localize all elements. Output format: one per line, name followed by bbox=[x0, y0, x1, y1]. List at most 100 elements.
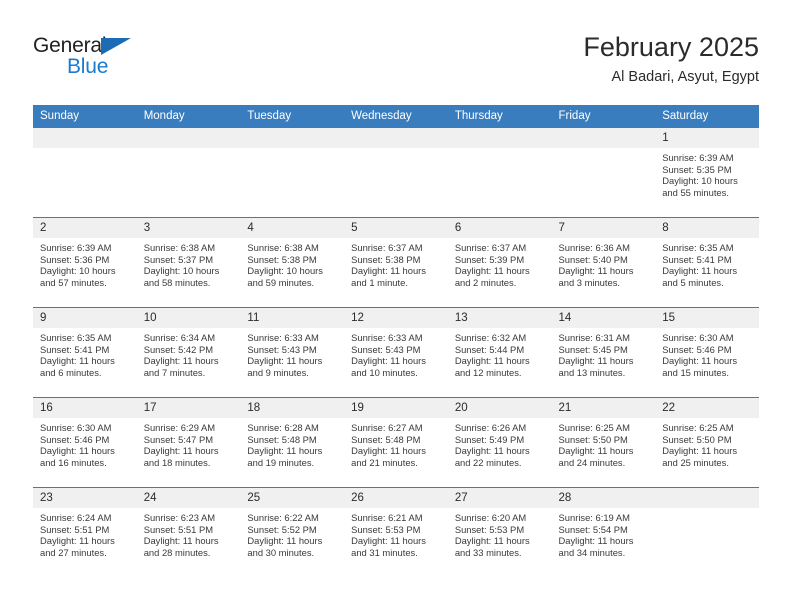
calendar-day-cell[interactable]: 5 Sunrise: 6:37 AM Sunset: 5:38 PM Daylight… bbox=[344, 217, 448, 308]
daylight-duration-line1: Daylight: 11 hours bbox=[40, 355, 115, 367]
sunset-time: Sunset: 5:48 PM bbox=[351, 433, 421, 445]
sunrise-time: Sunrise: 6:35 AM bbox=[662, 242, 734, 253]
sunset-time: Sunset: 5:52 PM bbox=[247, 523, 317, 535]
calendar-day-cell-empty bbox=[240, 128, 345, 218]
day-cell-details: Sunrise: 6:19 AM Sunset: 5:54 PM Daylight:… bbox=[552, 508, 656, 558]
daylight-duration-line2: and 10 minutes. bbox=[351, 366, 418, 378]
day-cell-inner: 5 Sunrise: 6:37 AM Sunset: 5:38 PM Daylight… bbox=[344, 218, 448, 307]
sunrise-time: Sunrise: 6:28 AM bbox=[247, 422, 319, 433]
day-cell-details: Sunrise: 6:30 AM Sunset: 5:46 PM Daylight:… bbox=[655, 328, 759, 378]
day-cell-inner: 18 Sunrise: 6:28 AM Sunset: 5:48 PM Dayligh… bbox=[240, 398, 345, 487]
calendar-day-cell[interactable]: 3 Sunrise: 6:38 AM Sunset: 5:37 PM Daylight… bbox=[136, 217, 241, 308]
day-cell-inner: 20 Sunrise: 6:26 AM Sunset: 5:49 PM Dayligh… bbox=[447, 398, 552, 487]
page-subtitle-location: Al Badari, Asyut, Egypt bbox=[611, 69, 760, 85]
calendar-day-cell[interactable]: 4 Sunrise: 6:38 AM Sunset: 5:38 PM Daylight… bbox=[240, 217, 345, 308]
daylight-duration-line1: Daylight: 11 hours bbox=[558, 535, 634, 547]
sunrise-time: Sunrise: 6:29 AM bbox=[143, 422, 216, 433]
calendar-day-cell[interactable]: 20 Sunrise: 6:26 AM Sunset: 5:49 PM Dayligh… bbox=[447, 397, 552, 488]
daylight-duration-line1: Daylight: 11 hours bbox=[662, 265, 738, 277]
calendar-day-cell[interactable]: 17 Sunrise: 6:29 AM Sunset: 5:47 PM Dayligh… bbox=[136, 397, 241, 488]
calendar-day-cell[interactable]: 15 Sunrise: 6:30 AM Sunset: 5:46 PM Dayligh… bbox=[655, 307, 759, 398]
daylight-duration-line1: Daylight: 11 hours bbox=[143, 355, 219, 367]
daylight-duration-line1: Daylight: 11 hours bbox=[247, 445, 323, 457]
day-cell-details: Sunrise: 6:28 AM Sunset: 5:48 PM Daylight:… bbox=[240, 418, 344, 468]
day-cell-details: Sunrise: 6:27 AM Sunset: 5:48 PM Daylight:… bbox=[344, 418, 448, 468]
page-header: General Blue February 2025 Al Badari, As… bbox=[33, 30, 759, 98]
daylight-duration-line2: and 31 minutes. bbox=[351, 546, 418, 558]
calendar-day-cell[interactable]: 26 Sunrise: 6:21 AM Sunset: 5:53 PM Dayligh… bbox=[344, 487, 448, 577]
daylight-duration-line1: Daylight: 11 hours bbox=[40, 445, 115, 457]
calendar-day-cell[interactable]: 12 Sunrise: 6:33 AM Sunset: 5:43 PM Dayligh… bbox=[344, 307, 448, 398]
day-cell-inner bbox=[136, 128, 241, 217]
sunrise-time: Sunrise: 6:34 AM bbox=[143, 332, 216, 343]
sunset-time: Sunset: 5:46 PM bbox=[662, 343, 732, 355]
day-cell-details: Sunrise: 6:39 AM Sunset: 5:36 PM Daylight:… bbox=[33, 238, 137, 288]
day-number: 23 bbox=[33, 488, 137, 508]
calendar-day-cell[interactable]: 18 Sunrise: 6:28 AM Sunset: 5:48 PM Dayligh… bbox=[240, 397, 345, 488]
sunset-time: Sunset: 5:46 PM bbox=[40, 433, 110, 445]
general-blue-logo[interactable]: General Blue bbox=[33, 34, 203, 90]
calendar-header-row: Sunday Monday Tuesday Wednesday Thursday… bbox=[33, 105, 759, 128]
sunset-time: Sunset: 5:43 PM bbox=[247, 343, 317, 355]
day-cell-details: Sunrise: 6:37 AM Sunset: 5:38 PM Daylight:… bbox=[344, 238, 448, 288]
calendar-day-cell[interactable]: 6 Sunrise: 6:37 AM Sunset: 5:39 PM Daylight… bbox=[447, 217, 552, 308]
day-number: 1 bbox=[655, 128, 759, 148]
daylight-duration-line2: and 3 minutes. bbox=[558, 276, 621, 288]
day-number bbox=[33, 128, 137, 148]
day-cell-details: Sunrise: 6:38 AM Sunset: 5:37 PM Daylight:… bbox=[137, 238, 241, 288]
calendar-day-cell[interactable]: 13 Sunrise: 6:32 AM Sunset: 5:44 PM Dayligh… bbox=[447, 307, 552, 398]
daylight-duration-line1: Daylight: 11 hours bbox=[454, 445, 530, 457]
calendar-day-cell[interactable]: 8 Sunrise: 6:35 AM Sunset: 5:41 PM Daylight… bbox=[655, 217, 759, 308]
calendar-day-cell[interactable]: 1 Sunrise: 6:39 AM Sunset: 5:35 PM Daylight… bbox=[655, 128, 759, 218]
day-number: 5 bbox=[344, 218, 448, 238]
daylight-duration-line2: and 25 minutes. bbox=[662, 456, 729, 468]
daylight-duration-line1: Daylight: 11 hours bbox=[351, 265, 426, 277]
calendar-day-cell[interactable]: 21 Sunrise: 6:25 AM Sunset: 5:50 PM Dayligh… bbox=[551, 397, 656, 488]
daylight-duration-line1: Daylight: 11 hours bbox=[454, 535, 530, 547]
daylight-duration-line2: and 58 minutes. bbox=[143, 276, 211, 288]
day-cell-inner: 9 Sunrise: 6:35 AM Sunset: 5:41 PM Daylight… bbox=[33, 308, 137, 397]
calendar-day-cell[interactable]: 28 Sunrise: 6:19 AM Sunset: 5:54 PM Dayligh… bbox=[551, 487, 656, 577]
sunrise-time: Sunrise: 6:37 AM bbox=[454, 242, 527, 253]
day-number: 2 bbox=[33, 218, 137, 238]
sunset-time: Sunset: 5:53 PM bbox=[351, 523, 421, 535]
calendar-day-cell-empty bbox=[344, 128, 448, 218]
calendar-day-cell[interactable]: 22 Sunrise: 6:25 AM Sunset: 5:50 PM Dayligh… bbox=[655, 397, 759, 488]
daylight-duration-line1: Daylight: 11 hours bbox=[40, 535, 115, 547]
daylight-duration-line1: Daylight: 11 hours bbox=[662, 355, 738, 367]
day-cell-inner: 17 Sunrise: 6:29 AM Sunset: 5:47 PM Dayligh… bbox=[136, 398, 241, 487]
calendar-day-cell[interactable]: 9 Sunrise: 6:35 AM Sunset: 5:41 PM Daylight… bbox=[33, 307, 137, 398]
calendar-day-cell[interactable]: 2 Sunrise: 6:39 AM Sunset: 5:36 PM Daylight… bbox=[33, 217, 137, 308]
daylight-duration-line1: Daylight: 11 hours bbox=[143, 535, 219, 547]
day-cell-details: Sunrise: 6:33 AM Sunset: 5:43 PM Daylight:… bbox=[240, 328, 344, 378]
calendar-day-cell[interactable]: 16 Sunrise: 6:30 AM Sunset: 5:46 PM Dayligh… bbox=[33, 397, 137, 488]
daylight-duration-line2: and 33 minutes. bbox=[454, 546, 522, 558]
calendar-day-cell[interactable]: 27 Sunrise: 6:20 AM Sunset: 5:53 PM Dayligh… bbox=[447, 487, 552, 577]
day-cell-inner: 28 Sunrise: 6:19 AM Sunset: 5:54 PM Dayligh… bbox=[551, 488, 656, 577]
daylight-duration-line2: and 12 minutes. bbox=[454, 366, 522, 378]
daylight-duration-line1: Daylight: 11 hours bbox=[143, 445, 219, 457]
day-cell-details: Sunrise: 6:20 AM Sunset: 5:53 PM Daylight:… bbox=[448, 508, 552, 558]
calendar-day-cell[interactable]: 7 Sunrise: 6:36 AM Sunset: 5:40 PM Daylight… bbox=[551, 217, 656, 308]
daylight-duration-line1: Daylight: 10 hours bbox=[143, 265, 220, 277]
sunrise-time: Sunrise: 6:37 AM bbox=[351, 242, 423, 253]
sunrise-time: Sunrise: 6:27 AM bbox=[351, 422, 423, 433]
sunset-time: Sunset: 5:43 PM bbox=[351, 343, 421, 355]
calendar-day-cell[interactable]: 25 Sunrise: 6:22 AM Sunset: 5:52 PM Dayligh… bbox=[240, 487, 345, 577]
day-cell-details: Sunrise: 6:33 AM Sunset: 5:43 PM Daylight:… bbox=[344, 328, 448, 378]
daylight-duration-line2: and 22 minutes. bbox=[454, 456, 522, 468]
daylight-duration-line2: and 6 minutes. bbox=[40, 366, 102, 378]
day-number: 8 bbox=[655, 218, 759, 238]
day-number: 4 bbox=[240, 218, 345, 238]
calendar-day-cell[interactable]: 19 Sunrise: 6:27 AM Sunset: 5:48 PM Dayligh… bbox=[344, 397, 448, 488]
calendar-day-cell[interactable]: 14 Sunrise: 6:31 AM Sunset: 5:45 PM Dayligh… bbox=[551, 307, 656, 398]
day-number: 28 bbox=[551, 488, 656, 508]
sunrise-time: Sunrise: 6:31 AM bbox=[558, 332, 630, 343]
calendar-day-cell[interactable]: 10 Sunrise: 6:34 AM Sunset: 5:42 PM Dayligh… bbox=[136, 307, 241, 398]
calendar-day-cell[interactable]: 11 Sunrise: 6:33 AM Sunset: 5:43 PM Dayligh… bbox=[240, 307, 345, 398]
day-cell-inner: 27 Sunrise: 6:20 AM Sunset: 5:53 PM Dayligh… bbox=[447, 488, 552, 577]
sunset-time: Sunset: 5:40 PM bbox=[558, 253, 628, 265]
day-cell-details: Sunrise: 6:37 AM Sunset: 5:39 PM Daylight:… bbox=[448, 238, 552, 288]
calendar-day-cell[interactable]: 24 Sunrise: 6:23 AM Sunset: 5:51 PM Dayligh… bbox=[136, 487, 241, 577]
calendar-day-cell[interactable]: 23 Sunrise: 6:24 AM Sunset: 5:51 PM Dayligh… bbox=[33, 487, 137, 577]
